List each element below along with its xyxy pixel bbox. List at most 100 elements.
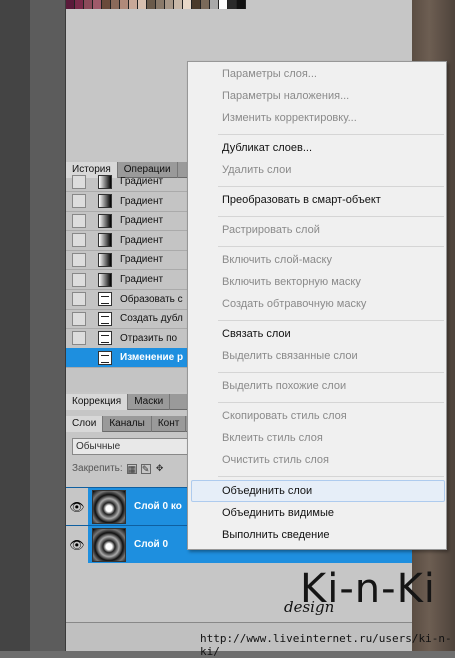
menu-separator bbox=[218, 476, 444, 477]
menu-item[interactable]: Включить векторную маску bbox=[222, 276, 361, 288]
history-item-label: Градиент bbox=[120, 274, 164, 285]
menu-separator bbox=[218, 186, 444, 187]
history-snapshot-checkbox[interactable] bbox=[72, 272, 86, 287]
color-swatch[interactable] bbox=[66, 0, 75, 9]
menu-item[interactable]: Выделить похожие слои bbox=[222, 380, 346, 392]
visibility-eye-icon[interactable]: 👁 bbox=[66, 525, 88, 564]
color-swatch[interactable] bbox=[183, 0, 192, 9]
color-swatch[interactable] bbox=[237, 0, 246, 9]
history-item-label: Градиент bbox=[120, 254, 164, 266]
tab-layers[interactable]: Слои bbox=[66, 416, 104, 432]
menu-separator bbox=[218, 320, 444, 321]
gradient-icon bbox=[98, 272, 112, 287]
menu-item[interactable]: Параметры наложения... bbox=[222, 90, 349, 102]
lock-pixels-icon[interactable]: ✎ bbox=[140, 463, 151, 474]
gradient-icon bbox=[98, 213, 112, 228]
visibility-eye-icon[interactable]: 👁 bbox=[66, 487, 88, 526]
menu-separator bbox=[218, 216, 444, 217]
watermark-url: http://www.liveinternet.ru/users/ki-n-ki… bbox=[200, 632, 452, 658]
color-swatch[interactable] bbox=[210, 0, 219, 9]
history-item-label: Отразить по bbox=[120, 332, 178, 344]
menu-item[interactable]: Объединить видимые bbox=[222, 507, 334, 519]
menu-item[interactable]: Скопировать стиль слоя bbox=[222, 410, 347, 422]
menu-separator bbox=[218, 134, 444, 135]
gradient-icon bbox=[98, 233, 112, 248]
color-swatch[interactable] bbox=[120, 0, 129, 9]
lock-position-icon[interactable]: ✥ bbox=[155, 463, 165, 474]
layer-name: Слой 0 bbox=[134, 539, 169, 550]
document-icon bbox=[98, 292, 112, 307]
history-item-label: Создать дубл bbox=[120, 313, 183, 325]
lock-transparency-icon[interactable]: ▦ bbox=[126, 463, 137, 474]
menu-item[interactable]: Преобразовать в смарт-объект bbox=[222, 194, 381, 206]
lock-row: Закрепить: ▦ ✎ ✥ bbox=[72, 463, 165, 474]
color-swatch[interactable] bbox=[93, 0, 102, 9]
history-snapshot-checkbox[interactable] bbox=[72, 331, 86, 346]
panel-dock-column bbox=[30, 0, 66, 651]
lock-label: Закрепить: bbox=[72, 463, 123, 474]
color-swatch[interactable] bbox=[111, 0, 120, 9]
tab-adjustments[interactable]: Коррекция bbox=[66, 394, 129, 410]
blend-mode-select[interactable]: Обычные bbox=[72, 438, 196, 455]
color-swatch[interactable] bbox=[75, 0, 84, 9]
layer-thumbnail bbox=[92, 527, 126, 562]
menu-separator bbox=[218, 246, 444, 247]
color-swatch[interactable] bbox=[102, 0, 111, 9]
history-item-label: Образовать с bbox=[120, 293, 183, 305]
color-swatch[interactable] bbox=[201, 0, 210, 9]
color-swatch[interactable] bbox=[156, 0, 165, 9]
history-item-label: Градиент bbox=[120, 215, 164, 227]
color-swatch[interactable] bbox=[129, 0, 138, 9]
menu-item[interactable]: Связать слои bbox=[222, 328, 291, 340]
menu-separator bbox=[218, 372, 444, 373]
color-swatch[interactable] bbox=[174, 0, 183, 9]
history-snapshot-checkbox[interactable] bbox=[72, 213, 86, 228]
history-snapshot-checkbox[interactable] bbox=[72, 252, 86, 267]
document-icon bbox=[98, 350, 112, 365]
history-snapshot-checkbox[interactable] bbox=[72, 174, 86, 189]
menu-item[interactable]: Изменить корректировку... bbox=[222, 112, 357, 124]
history-item-label: Градиент bbox=[120, 195, 164, 207]
watermark-design: design bbox=[284, 598, 335, 616]
menu-item[interactable]: Создать обтравочную маску bbox=[222, 298, 366, 310]
color-swatch[interactable] bbox=[84, 0, 93, 9]
history-item-label: Градиент bbox=[120, 234, 164, 246]
menu-item[interactable]: Растрировать слой bbox=[222, 224, 320, 236]
menu-item[interactable]: Выполнить сведение bbox=[222, 529, 330, 541]
history-snapshot-checkbox[interactable] bbox=[72, 233, 86, 248]
swatches-panel bbox=[66, 0, 246, 10]
history-snapshot-checkbox[interactable] bbox=[72, 311, 86, 326]
color-swatch[interactable] bbox=[138, 0, 147, 9]
gradient-icon bbox=[98, 174, 112, 189]
history-item-label: Градиент bbox=[120, 176, 164, 187]
tab-masks[interactable]: Маски bbox=[128, 394, 171, 410]
gradient-icon bbox=[98, 194, 112, 209]
document-icon bbox=[98, 311, 112, 326]
menu-item[interactable]: Очистить стиль слоя bbox=[222, 454, 329, 466]
color-swatch[interactable] bbox=[192, 0, 201, 9]
color-swatch[interactable] bbox=[219, 0, 228, 9]
document-icon bbox=[98, 331, 112, 346]
history-snapshot-checkbox[interactable] bbox=[72, 194, 86, 209]
menu-separator bbox=[218, 402, 444, 403]
tab-channels[interactable]: Каналы bbox=[103, 416, 152, 432]
history-snapshot-checkbox[interactable] bbox=[72, 292, 86, 307]
menu-item[interactable]: Параметры слоя... bbox=[222, 68, 317, 80]
menu-item[interactable]: Выделить связанные слои bbox=[222, 350, 358, 362]
history-snapshot-checkbox[interactable] bbox=[72, 350, 86, 365]
layer-context-menu: Параметры слоя... Параметры наложения... И… bbox=[187, 61, 447, 550]
menu-item[interactable]: Включить слой-маску bbox=[222, 254, 332, 266]
color-swatch[interactable] bbox=[147, 0, 156, 9]
layer-thumbnail bbox=[92, 489, 126, 524]
history-item-label: Изменение р bbox=[120, 352, 184, 364]
menu-item[interactable]: Вклеить стиль слоя bbox=[222, 432, 323, 444]
menu-item[interactable]: Дубликат слоев... bbox=[222, 142, 312, 154]
gradient-icon bbox=[98, 252, 112, 267]
menu-item[interactable]: Удалить слои bbox=[222, 164, 291, 176]
tab-paths[interactable]: Конт bbox=[152, 416, 187, 432]
tools-strip bbox=[0, 0, 30, 651]
color-swatch[interactable] bbox=[228, 0, 237, 9]
layer-name: Слой 0 ко bbox=[134, 501, 182, 512]
menu-item[interactable]: Объединить слои bbox=[222, 485, 312, 497]
color-swatch[interactable] bbox=[165, 0, 174, 9]
